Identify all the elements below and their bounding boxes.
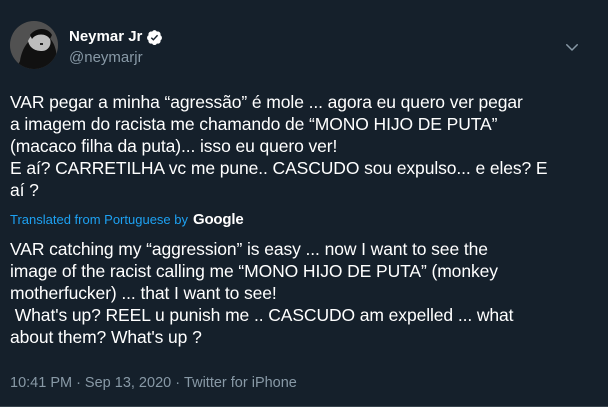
avatar[interactable]: [10, 21, 58, 69]
avatar-image: [10, 21, 58, 69]
tweet-card: Neymar Jr @neymarjr VAR pegar a minha “a…: [0, 0, 608, 407]
tweet-original-text: VAR pegar a minha “agressão” é mole ... …: [10, 91, 598, 201]
tweet-source-link[interactable]: Twitter for iPhone: [184, 373, 297, 393]
chevron-down-icon[interactable]: [563, 38, 581, 56]
verified-badge-icon: [146, 29, 163, 46]
text-line: VAR catching my “aggression” is easy ...…: [10, 239, 488, 259]
author-name-row: Neymar Jr: [69, 27, 163, 47]
translation-attribution: Translated from Portuguese by Google: [10, 211, 244, 229]
tweet-date-link[interactable]: Sep 13, 2020: [85, 373, 171, 393]
author-handle[interactable]: @neymarjr: [69, 48, 143, 68]
text-line: What's up? REEL u punish me .. CASCUDO a…: [10, 305, 514, 325]
translated-from-link[interactable]: Translated from Portuguese by: [10, 211, 188, 229]
text-line: VAR pegar a minha “agressão” é mole ... …: [10, 92, 523, 112]
tweet-meta: 10:41 PM · Sep 13, 2020 · Twitter for iP…: [10, 373, 297, 393]
text-line: image of the racist calling me “MONO HIJ…: [10, 261, 498, 281]
meta-separator: ·: [76, 375, 81, 391]
author-display-name[interactable]: Neymar Jr: [69, 27, 142, 47]
text-line: motherfucker) ... that I want to see!: [10, 283, 277, 303]
tweet-translation-text: VAR catching my “aggression” is easy ...…: [10, 238, 598, 348]
tweet-time-link[interactable]: 10:41 PM: [10, 373, 72, 393]
text-line: aí ?: [10, 180, 39, 200]
text-line: a imagem do racista me chamando de “MONO…: [10, 114, 498, 134]
text-line: E aí? CARRETILHA vc me pune.. CASCUDO so…: [10, 158, 548, 178]
text-line: (macaco filha da puta)... isso eu quero …: [10, 136, 338, 156]
text-line: about them? What's up ?: [10, 327, 202, 347]
google-logo: Google: [193, 211, 244, 228]
meta-separator: ·: [175, 375, 181, 391]
